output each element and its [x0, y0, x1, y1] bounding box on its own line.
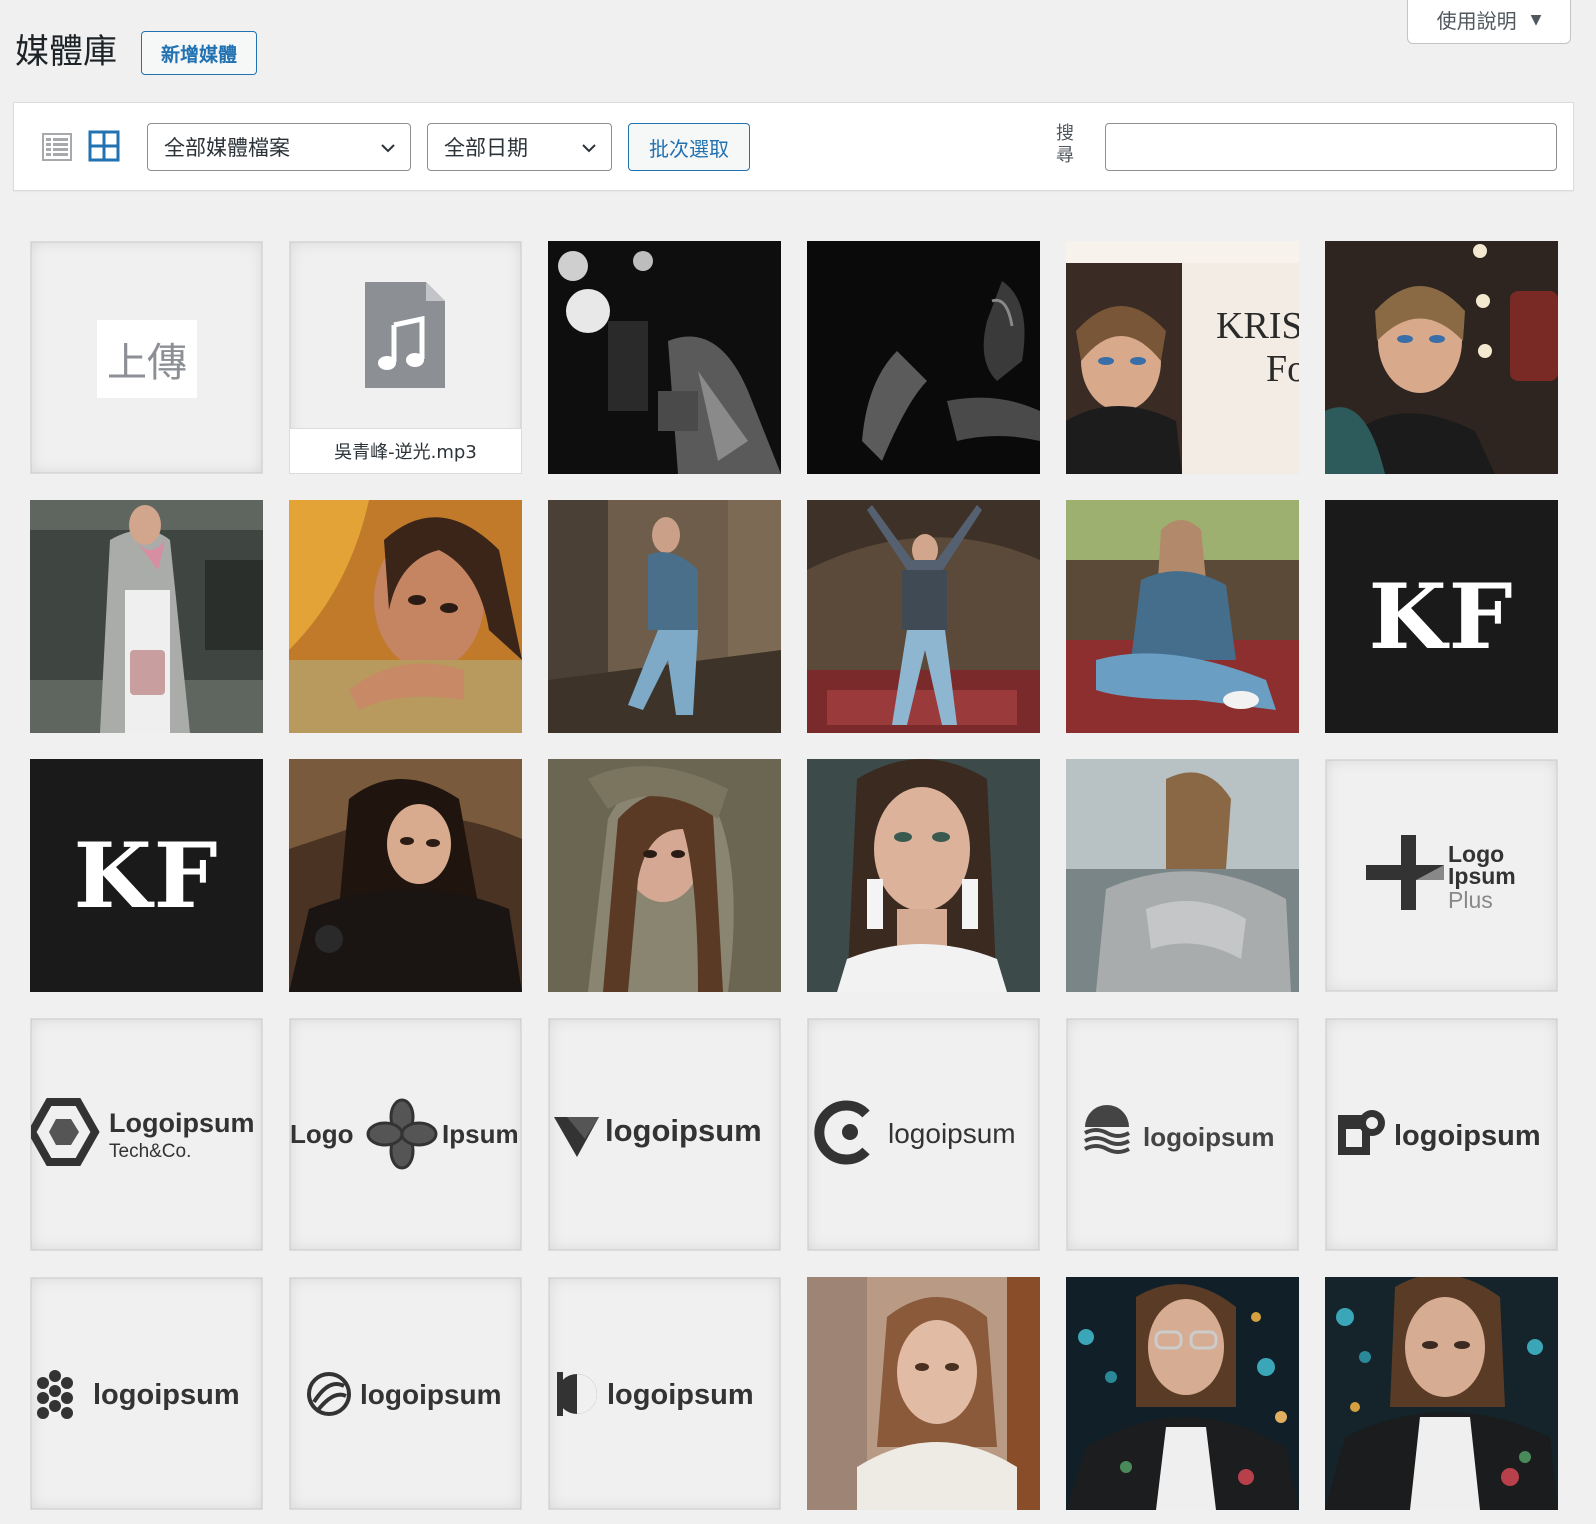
date-filter-value: 全部日期 [444, 136, 528, 160]
media-item-logo-plus[interactable]: Logo Ipsum Plus [1325, 759, 1558, 992]
media-item-logo-triangle[interactable]: logoipsum [548, 1018, 781, 1251]
photo-thumbnail [1066, 759, 1299, 992]
help-tab-label: 使用說明 [1436, 9, 1517, 33]
media-item-photo[interactable] [1066, 759, 1299, 992]
media-item-photo[interactable] [1066, 500, 1299, 733]
add-new-media-button[interactable]: 新增媒體 [141, 31, 257, 75]
media-item-logo-circle[interactable]: logoipsum [289, 1277, 522, 1510]
media-item-photo[interactable] [1066, 1277, 1299, 1510]
logo-ipsum-plus-image: Logo Ipsum Plus [1366, 835, 1516, 913]
photo-thumbnail [1066, 500, 1299, 733]
upload-tile[interactable]: 上傳 [30, 241, 263, 474]
media-item-photo[interactable] [1325, 1277, 1558, 1510]
media-item-logo-flower[interactable]: Logo Ipsum [289, 1018, 522, 1251]
caret-down-icon: ▼ [1530, 11, 1542, 28]
photo-thumbnail [30, 500, 263, 733]
photo-thumbnail [1325, 241, 1558, 474]
photo-thumbnail [807, 500, 1040, 733]
media-item-photo[interactable] [807, 500, 1040, 733]
photo-thumbnail: KRIS Fo [1066, 241, 1299, 474]
logo-flower-word2: Ipsum [442, 1119, 519, 1149]
media-item-photo[interactable] [807, 1277, 1040, 1510]
media-item-photo[interactable] [807, 241, 1040, 474]
kris-text-2: Fo [1266, 348, 1299, 390]
logo-dots-image: logoipsum [37, 1370, 240, 1419]
page-title: 媒體庫 [15, 32, 117, 72]
media-type-filter[interactable]: 全部媒體檔案 [147, 123, 411, 171]
media-item-photo[interactable] [289, 759, 522, 992]
media-type-value: 全部媒體檔案 [164, 136, 290, 160]
kf-logo-text: KF [30, 759, 263, 992]
media-item-photo[interactable] [548, 500, 781, 733]
logo-flower-word1: Logo [290, 1119, 354, 1149]
logo-circle-text: logoipsum [360, 1379, 502, 1410]
logo-plus-line3: Plus [1448, 887, 1493, 913]
logo-techco-line1: Logoipsum [109, 1108, 254, 1138]
help-tab-button[interactable]: 使用說明 ▼ [1407, 0, 1571, 44]
media-item-photo[interactable] [30, 500, 263, 733]
media-item-audio[interactable]: 吳青峰-逆光.mp3 [289, 241, 522, 474]
media-item-photo[interactable] [807, 759, 1040, 992]
media-item-logo-half[interactable]: logoipsum [548, 1277, 781, 1510]
logo-c-text: logoipsum [888, 1118, 1016, 1149]
grid-view-icon[interactable] [88, 130, 120, 162]
chevron-down-icon [582, 144, 596, 153]
photo-thumbnail [548, 759, 781, 992]
media-item-logo-waves[interactable]: logoipsum [1066, 1018, 1299, 1251]
logo-techco-image: Logoipsum Tech&Co. [31, 1098, 254, 1166]
logo-plus-line2: Ipsum [1448, 863, 1516, 889]
kf-logo-text: KF [1325, 500, 1558, 733]
media-item-photo[interactable] [548, 759, 781, 992]
logo-dots-text: logoipsum [93, 1379, 240, 1411]
media-item-photo[interactable] [548, 241, 781, 474]
list-view-icon[interactable] [41, 131, 73, 163]
logo-flower-image: Logo Ipsum [290, 1098, 519, 1170]
media-toolbar: 全部媒體檔案 全部日期 批次選取 搜尋 [13, 102, 1574, 191]
audio-filename: 吳青峰-逆光.mp3 [290, 428, 521, 473]
date-filter[interactable]: 全部日期 [427, 123, 612, 171]
logo-c-image: logoipsum [814, 1100, 1016, 1165]
kris-text: KRIS [1216, 305, 1299, 347]
logo-square-text: logoipsum [1394, 1120, 1541, 1152]
media-item-kf-logo[interactable]: KF [1325, 500, 1558, 733]
bulk-select-button[interactable]: 批次選取 [628, 123, 750, 171]
media-item-photo[interactable] [289, 500, 522, 733]
photo-thumbnail [1066, 1277, 1299, 1510]
photo-thumbnail [1325, 1277, 1558, 1510]
logo-waves-text: logoipsum [1143, 1122, 1274, 1152]
media-item-logo-c[interactable]: logoipsum [807, 1018, 1040, 1251]
upload-label: 上傳 [97, 320, 197, 398]
logo-square-image: logoipsum [1338, 1110, 1541, 1155]
logo-half-text: logoipsum [607, 1379, 754, 1411]
media-item-logo-square[interactable]: logoipsum [1325, 1018, 1558, 1251]
media-item-logo-techco[interactable]: Logoipsum Tech&Co. [30, 1018, 263, 1251]
media-item-photo[interactable]: KRIS Fo [1066, 241, 1299, 474]
photo-thumbnail [548, 241, 781, 474]
logo-triangle-image: logoipsum [554, 1113, 762, 1157]
photo-thumbnail [807, 1277, 1040, 1510]
logo-half-image: logoipsum [557, 1372, 754, 1416]
photo-thumbnail [807, 759, 1040, 992]
logo-techco-line2: Tech&Co. [109, 1141, 191, 1162]
photo-thumbnail [289, 759, 522, 992]
logo-circle-image: logoipsum [307, 1372, 502, 1416]
photo-thumbnail [548, 500, 781, 733]
logo-waves-image: logoipsum [1084, 1105, 1274, 1154]
media-item-photo[interactable] [1325, 241, 1558, 474]
photo-thumbnail [289, 500, 522, 733]
audio-file-icon [365, 282, 445, 388]
search-label: 搜尋 [1056, 123, 1074, 166]
chevron-down-icon [381, 144, 395, 153]
media-item-kf-logo[interactable]: KF [30, 759, 263, 992]
photo-thumbnail [807, 241, 1040, 474]
media-item-logo-dots[interactable]: logoipsum [30, 1277, 263, 1510]
search-input[interactable] [1105, 123, 1557, 171]
logo-triangle-text: logoipsum [605, 1113, 762, 1148]
